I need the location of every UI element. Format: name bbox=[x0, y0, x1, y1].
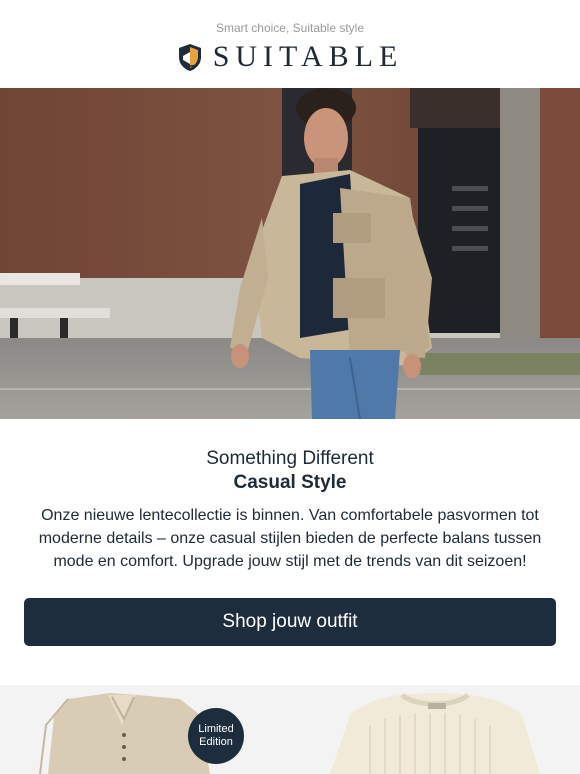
email-header: Smart choice, Suitable style SUITABLE bbox=[0, 0, 580, 88]
badge-line-1: Limited bbox=[198, 723, 234, 735]
crest-shield-icon bbox=[178, 44, 201, 71]
hero-photo bbox=[0, 88, 580, 419]
product-card-sweater[interactable] bbox=[290, 685, 580, 774]
polo-shirt-image bbox=[39, 693, 210, 774]
eyebrow-text: Something Different bbox=[206, 448, 374, 469]
product-card-polo[interactable]: Limited Edition bbox=[0, 685, 290, 774]
knit-sweater-image bbox=[330, 692, 540, 774]
body-text: Onze nieuwe lentecollectie is binnen. Va… bbox=[38, 507, 542, 570]
brand-logo[interactable]: SUITABLE bbox=[0, 40, 580, 74]
brand-name: SUITABLE bbox=[212, 40, 404, 73]
limited-edition-badge: Limited Edition bbox=[188, 708, 244, 764]
headline: Casual Style bbox=[233, 472, 347, 493]
tagline: Smart choice, Suitable style bbox=[215, 21, 365, 35]
hero-image[interactable] bbox=[0, 88, 580, 419]
content-section: Something Different Casual Style Onze ni… bbox=[0, 448, 580, 573]
product-grid: Limited Edition bbox=[0, 685, 580, 774]
badge-line-2: Edition bbox=[199, 736, 233, 748]
shop-outfit-button[interactable]: Shop jouw outfit bbox=[24, 598, 556, 646]
